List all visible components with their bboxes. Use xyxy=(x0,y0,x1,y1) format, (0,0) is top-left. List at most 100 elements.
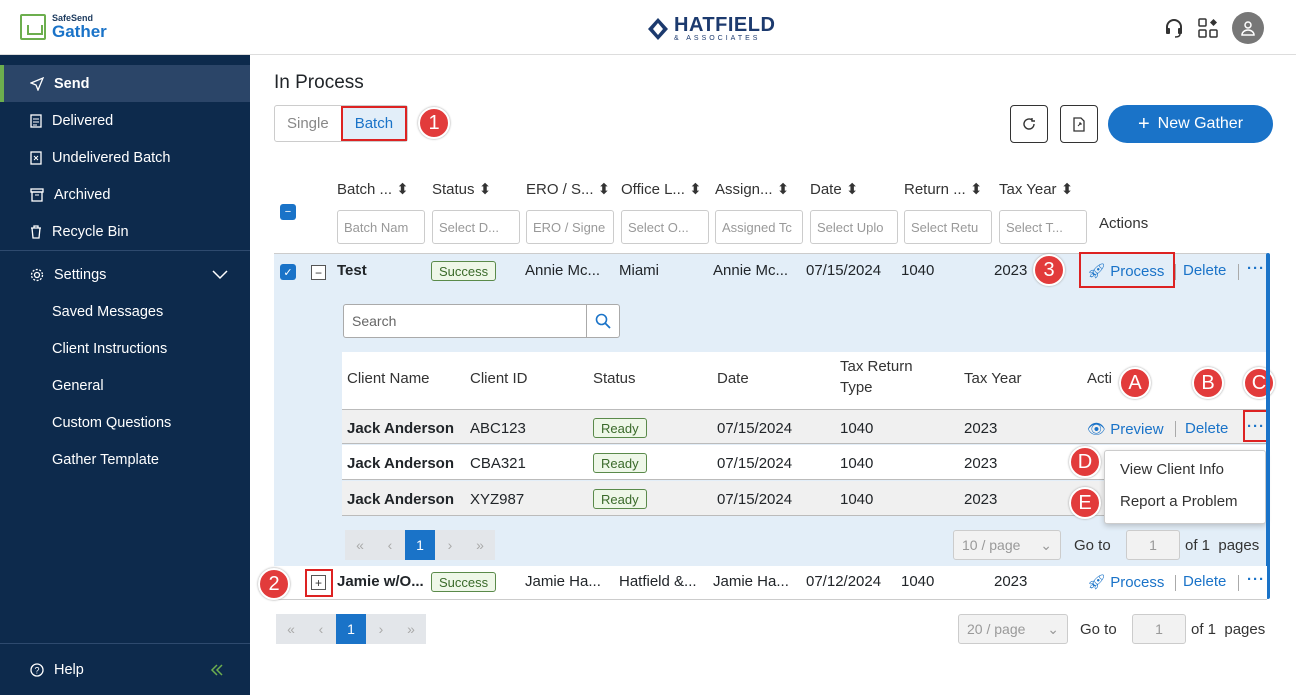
sidebar-item-label: Delivered xyxy=(52,112,114,129)
first-page-button[interactable]: « xyxy=(345,530,375,560)
page-button[interactable]: 1 xyxy=(405,530,435,560)
header-actions: Actions xyxy=(1099,215,1149,232)
header-return[interactable]: Return ... ⬍ xyxy=(904,180,982,198)
view-client-info-item[interactable]: View Client Info xyxy=(1120,461,1224,478)
date-cell: 07/15/2024 xyxy=(717,420,793,437)
divider xyxy=(1238,264,1239,280)
of-pages-label: of 1 pages xyxy=(1191,621,1266,638)
row-checkbox[interactable]: ✓ xyxy=(280,264,296,280)
user-avatar[interactable] xyxy=(1232,12,1264,44)
process-button[interactable]: 🚀︎ Process xyxy=(1087,262,1164,280)
sidebar-item-undelivered-batch[interactable]: Undelivered Batch xyxy=(0,139,250,176)
return-cell: 1040 xyxy=(901,573,935,590)
single-toggle-button[interactable]: Single xyxy=(275,106,341,141)
collapse-sidebar-icon[interactable] xyxy=(210,663,224,676)
sidebar-item-label: General xyxy=(52,377,104,394)
prev-page-button[interactable]: ‹ xyxy=(306,614,336,644)
more-actions-icon[interactable]: ··· xyxy=(1247,571,1265,588)
ero-filter[interactable]: ERO / Signe xyxy=(526,210,614,244)
rocket-icon: 🚀︎ xyxy=(1087,574,1107,591)
batch-name: Test xyxy=(337,262,367,279)
sidebar-item-settings[interactable]: Settings xyxy=(0,256,250,293)
file-export-icon xyxy=(1073,116,1085,132)
date-cell: 07/12/2024 xyxy=(806,573,882,590)
callout-badge-a: A xyxy=(1119,367,1151,399)
headset-icon[interactable] xyxy=(1164,18,1184,38)
export-button[interactable] xyxy=(1060,105,1098,143)
report-problem-item[interactable]: Report a Problem xyxy=(1120,493,1238,510)
collapse-row-button[interactable]: − xyxy=(311,265,326,280)
sidebar-item-custom-questions[interactable]: Custom Questions xyxy=(0,404,250,441)
sidebar-item-delivered[interactable]: Delivered xyxy=(0,102,250,139)
assigned-filter[interactable]: Assigned Tc xyxy=(715,210,803,244)
last-page-button[interactable]: » xyxy=(465,530,495,560)
next-page-button[interactable]: › xyxy=(366,614,396,644)
page-size-select[interactable]: 20 / page ⌄ xyxy=(958,614,1068,644)
sidebar-item-label: Archived xyxy=(54,186,111,203)
sidebar-item-archived[interactable]: Archived xyxy=(0,176,250,213)
delete-button[interactable]: Delete xyxy=(1183,573,1226,590)
more-actions-icon[interactable]: ··· xyxy=(1247,260,1265,277)
sidebar-item-recycle-bin[interactable]: Recycle Bin xyxy=(0,213,250,250)
search-button[interactable] xyxy=(586,304,620,338)
sidebar-item-general[interactable]: General xyxy=(0,367,250,404)
sidebar-item-gather-template[interactable]: Gather Template xyxy=(0,441,250,478)
status-badge: Ready xyxy=(593,418,647,438)
delete-button[interactable]: Delete xyxy=(1185,420,1228,437)
diamond-logo-icon xyxy=(648,17,668,40)
new-gather-button[interactable]: + New Gather xyxy=(1108,105,1273,143)
batch-name-filter[interactable]: Batch Nam xyxy=(337,210,425,244)
sidebar-item-saved-messages[interactable]: Saved Messages xyxy=(0,293,250,330)
sidebar-item-label: Undelivered Batch xyxy=(52,149,171,166)
header-date[interactable]: Date ⬍ xyxy=(810,180,858,198)
header-tax-year[interactable]: Tax Year ⬍ xyxy=(999,180,1073,198)
view-toggle: Single Batch xyxy=(274,105,409,142)
rocket-icon: 🚀︎ xyxy=(1087,263,1107,280)
date-filter[interactable]: Select Uplo xyxy=(810,210,898,244)
page-button[interactable]: 1 xyxy=(336,614,366,644)
apps-grid-icon[interactable] xyxy=(1198,18,1218,38)
prev-page-button[interactable]: ‹ xyxy=(375,530,405,560)
sidebar-item-label: Saved Messages xyxy=(52,303,164,320)
header-status[interactable]: Status ⬍ xyxy=(432,180,491,198)
header-office[interactable]: Office L... ⬍ xyxy=(621,180,702,198)
refresh-button[interactable] xyxy=(1010,105,1048,143)
return-filter[interactable]: Select Retu xyxy=(904,210,992,244)
batch-toggle-button[interactable]: Batch xyxy=(340,106,408,141)
header-batch[interactable]: Batch ... ⬍ xyxy=(337,180,409,198)
scrollbar[interactable] xyxy=(1266,253,1270,599)
svg-text:?: ? xyxy=(34,665,39,675)
nested-goto-input[interactable]: 1 xyxy=(1126,530,1180,560)
safesend-gather-logo[interactable]: SafeSend Gather xyxy=(20,14,107,40)
client-search-input[interactable]: Search xyxy=(343,304,587,338)
last-page-button[interactable]: » xyxy=(396,614,426,644)
refresh-icon xyxy=(1023,118,1035,130)
nested-page-size-select[interactable]: 10 / page ⌄ xyxy=(953,530,1061,560)
preview-button[interactable]: 👁︎ Preview xyxy=(1087,420,1164,438)
delete-button[interactable]: Delete xyxy=(1183,262,1226,279)
divider xyxy=(1175,264,1176,280)
client-name: Jack Anderson xyxy=(347,420,454,437)
sidebar-item-send[interactable]: Send xyxy=(0,65,250,102)
sidebar-item-help[interactable]: ? Help xyxy=(0,651,250,688)
status-filter[interactable]: Select D... xyxy=(432,210,520,244)
header-assigned[interactable]: Assign... ⬍ xyxy=(715,180,789,198)
tax-year-filter[interactable]: Select T... xyxy=(999,210,1087,244)
goto-input[interactable]: 1 xyxy=(1132,614,1186,644)
year-cell: 2023 xyxy=(964,420,998,437)
callout-badge-c: C xyxy=(1243,367,1275,399)
select-all-checkbox[interactable]: − xyxy=(280,204,296,220)
header-date: Date xyxy=(717,370,749,387)
more-actions-icon[interactable]: ··· xyxy=(1247,418,1265,435)
header-ero[interactable]: ERO / S... ⬍ xyxy=(526,180,610,198)
next-page-button[interactable]: › xyxy=(435,530,465,560)
first-page-button[interactable]: « xyxy=(276,614,306,644)
logo-big-text: Gather xyxy=(52,22,107,41)
search-icon xyxy=(595,313,611,329)
of-pages-label: of 1 pages xyxy=(1185,537,1260,554)
process-button[interactable]: 🚀︎ Process xyxy=(1087,573,1164,591)
sidebar-item-client-instructions[interactable]: Client Instructions xyxy=(0,330,250,367)
office-filter[interactable]: Select O... xyxy=(621,210,709,244)
nested-pagination: « ‹ 1 › » xyxy=(345,530,495,560)
expand-row-button[interactable]: + xyxy=(311,575,326,590)
